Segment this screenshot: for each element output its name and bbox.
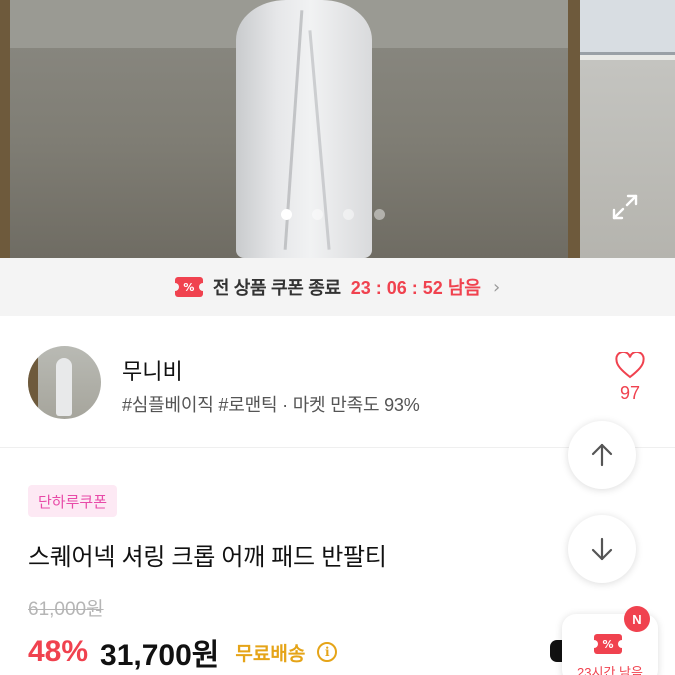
like-button[interactable]: 97 bbox=[608, 352, 652, 404]
arrow-down-icon bbox=[591, 537, 613, 561]
avatar-mirror-edge bbox=[28, 346, 38, 419]
carousel-indicator bbox=[0, 209, 675, 220]
coupon-ticket-icon: % bbox=[170, 277, 207, 297]
original-price: 61,000원 bbox=[28, 599, 104, 620]
chevron-right-icon: › bbox=[492, 276, 501, 298]
avatar-figure bbox=[56, 358, 72, 416]
coupon-countdown-banner[interactable]: % 전 상품 쿠폰 종료 23 : 06 : 52 남음 › bbox=[0, 258, 675, 316]
shop-name[interactable]: 무니비 bbox=[122, 354, 183, 386]
coupon-ticket-icon: % bbox=[590, 634, 626, 654]
like-count: 97 bbox=[619, 383, 641, 403]
free-shipping-label: 무료배송 bbox=[235, 643, 306, 665]
carousel-dot[interactable] bbox=[342, 209, 354, 220]
info-icon[interactable]: i bbox=[317, 642, 338, 662]
price-row: 48% 31,700원 무료배송 i bbox=[28, 630, 338, 674]
carousel-dot[interactable] bbox=[311, 209, 323, 220]
carousel-dot[interactable] bbox=[373, 209, 385, 220]
fullscreen-expand-icon[interactable] bbox=[608, 190, 642, 224]
coupon-countdown-time: 23 : 06 : 52 남음 bbox=[350, 278, 481, 298]
shop-avatar[interactable] bbox=[28, 346, 101, 419]
carousel-dot-active[interactable] bbox=[280, 209, 292, 220]
sale-price: 31,700원 bbox=[100, 639, 220, 672]
discount-rate: 48% bbox=[28, 635, 89, 668]
shop-tags: #심플베이직 #로맨틱 · 마켓 만족도 93% bbox=[122, 395, 420, 415]
background-window bbox=[578, 0, 675, 55]
scroll-down-button[interactable] bbox=[568, 515, 636, 583]
scroll-up-button[interactable] bbox=[568, 421, 636, 489]
shop-info-row[interactable]: 무니비 #심플베이직 #로맨틱 · 마켓 만족도 93% 97 bbox=[0, 316, 675, 448]
arrow-up-icon bbox=[591, 443, 613, 467]
coupon-widget-label: 23시간 남음 bbox=[577, 665, 643, 675]
coupon-badge: 단하루쿠폰 bbox=[28, 485, 118, 517]
coupon-percent-symbol: % bbox=[183, 280, 195, 294]
heart-icon bbox=[615, 352, 645, 379]
coupon-banner-text: 전 상품 쿠폰 종료 bbox=[212, 278, 341, 298]
product-image-carousel[interactable] bbox=[0, 0, 675, 258]
product-title: 스퀘어넥 셔링 크롭 어깨 패드 반팔티 bbox=[28, 544, 387, 571]
coupon-percent-symbol: % bbox=[602, 637, 614, 651]
new-badge: N bbox=[624, 606, 650, 632]
